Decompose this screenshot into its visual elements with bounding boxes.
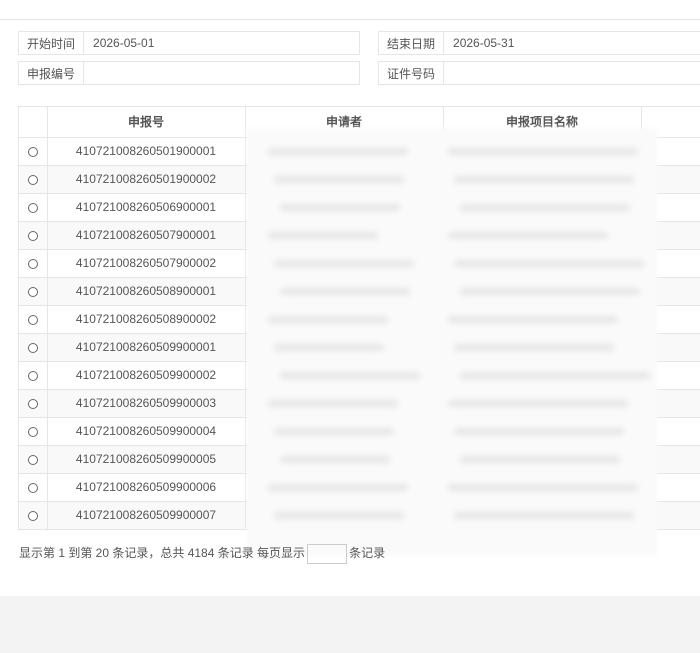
redacted-text (454, 428, 624, 435)
redacted-text (460, 204, 630, 211)
report-no-cell: 410721008260501900002 (47, 165, 246, 194)
row-radio[interactable] (27, 510, 38, 521)
redacted-area (247, 128, 657, 556)
row-select-cell[interactable] (19, 137, 48, 166)
report-no-input[interactable] (83, 61, 361, 85)
redacted-text (274, 260, 414, 267)
pagination-info: 显示第 1 到第 20 条记录，总共 4184 条记录 每页显示 条记录 (19, 544, 385, 564)
top-bar (0, 0, 700, 20)
row-radio[interactable] (27, 174, 38, 185)
row-radio[interactable] (27, 202, 38, 213)
row-select-cell[interactable] (19, 389, 48, 418)
redacted-text (448, 232, 608, 239)
row-select-cell[interactable] (19, 249, 48, 278)
row-select-cell[interactable] (19, 361, 48, 390)
redacted-text (454, 176, 634, 183)
row-select-cell[interactable] (19, 165, 48, 194)
row-radio[interactable] (27, 230, 38, 241)
row-radio[interactable] (27, 426, 38, 437)
redacted-text (274, 428, 394, 435)
row-select-cell[interactable] (19, 445, 48, 474)
report-no-cell: 410721008260508900001 (47, 277, 246, 306)
redacted-text (268, 232, 378, 239)
row-radio[interactable] (27, 482, 38, 493)
row-select-cell[interactable] (19, 417, 48, 446)
row-select-cell[interactable] (19, 277, 48, 306)
report-no-cell: 410721008260509900002 (47, 361, 246, 390)
redacted-text (454, 512, 634, 519)
redacted-text (280, 372, 420, 379)
filter-end-date: 结束日期 (378, 31, 700, 55)
redacted-text (280, 456, 390, 463)
footer-area (0, 596, 700, 653)
report-no-cell: 410721008260509900005 (47, 445, 246, 474)
report-no-cell: 410721008260509900001 (47, 333, 246, 362)
redacted-text (448, 316, 618, 323)
row-select-cell[interactable] (19, 333, 48, 362)
report-no-cell: 410721008260507900002 (47, 249, 246, 278)
report-no-cell: 410721008260509900003 (47, 389, 246, 418)
report-no-cell: 410721008260507900001 (47, 221, 246, 250)
start-date-label: 开始时间 (18, 31, 84, 55)
header-select (19, 107, 48, 138)
row-radio[interactable] (27, 398, 38, 409)
row-radio[interactable] (27, 286, 38, 297)
redacted-text (268, 316, 388, 323)
redacted-text (268, 400, 398, 407)
redacted-text (274, 344, 384, 351)
redacted-text (280, 288, 410, 295)
end-date-input[interactable] (443, 31, 700, 55)
redacted-text (448, 484, 638, 491)
cert-no-label: 证件号码 (378, 61, 444, 85)
redacted-text (454, 344, 614, 351)
report-no-cell: 410721008260501900001 (47, 137, 246, 166)
redacted-text (268, 148, 408, 155)
redacted-text (274, 512, 404, 519)
row-radio[interactable] (27, 314, 38, 325)
pagination-suffix: 条记录 (349, 546, 386, 561)
redacted-text (280, 204, 400, 211)
redacted-text (460, 372, 650, 379)
filter-cert-no: 证件号码 (378, 61, 700, 85)
redacted-text (268, 484, 408, 491)
row-radio[interactable] (27, 342, 38, 353)
redacted-text (448, 400, 628, 407)
redacted-text (454, 260, 644, 267)
page-size-select[interactable] (307, 544, 348, 564)
row-radio[interactable] (27, 258, 38, 269)
row-select-cell[interactable] (19, 193, 48, 222)
row-radio[interactable] (27, 370, 38, 381)
row-select-cell[interactable] (19, 501, 48, 530)
row-radio[interactable] (27, 146, 38, 157)
row-select-cell[interactable] (19, 221, 48, 250)
report-no-cell: 410721008260509900007 (47, 501, 246, 530)
row-select-cell[interactable] (19, 473, 48, 502)
cert-no-input[interactable] (443, 61, 700, 85)
report-no-cell: 410721008260506900001 (47, 193, 246, 222)
report-no-cell: 410721008260509900004 (47, 417, 246, 446)
filter-report-no: 申报编号 (18, 61, 361, 85)
end-date-label: 结束日期 (378, 31, 444, 55)
report-no-cell: 410721008260509900006 (47, 473, 246, 502)
start-date-input[interactable] (83, 31, 361, 55)
redacted-text (460, 456, 620, 463)
redacted-text (460, 288, 640, 295)
header-report-no[interactable]: 申报号 (47, 107, 246, 138)
pagination-summary: 显示第 1 到第 20 条记录，总共 4184 条记录 每页显示 (19, 546, 306, 561)
row-radio[interactable] (27, 454, 38, 465)
report-no-cell: 410721008260508900002 (47, 305, 246, 334)
redacted-text (448, 148, 638, 155)
redacted-text (274, 176, 404, 183)
report-no-label: 申报编号 (18, 61, 84, 85)
row-select-cell[interactable] (19, 305, 48, 334)
filter-start-date: 开始时间 (18, 31, 361, 55)
